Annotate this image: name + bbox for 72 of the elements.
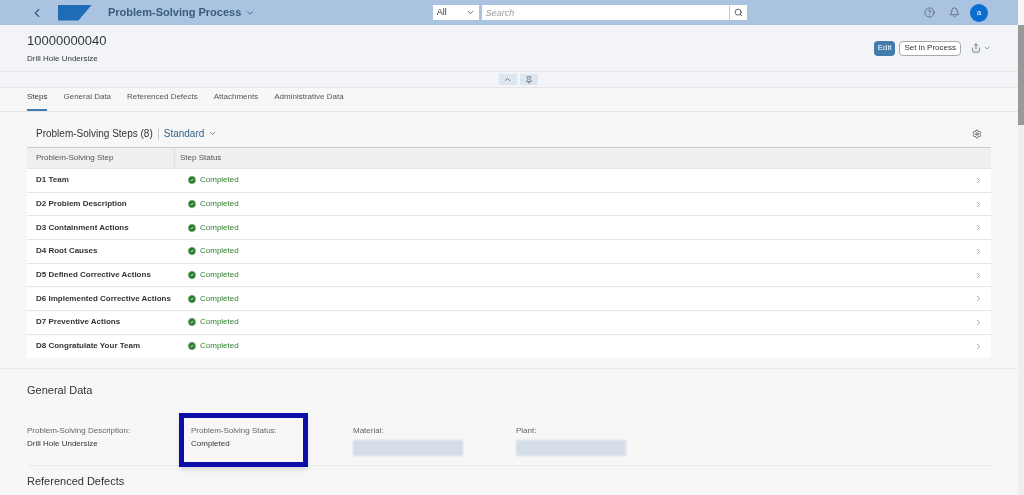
column-header: Step Status	[179, 152, 222, 164]
table-row[interactable]: D2 Problem Description Completed	[27, 191, 991, 216]
section-title: Referenced Defects	[27, 474, 125, 487]
app-title-menu[interactable]: Problem-Solving Process	[108, 4, 256, 21]
share-icon	[971, 43, 981, 53]
step-name: D7 Preventive Actions	[35, 316, 122, 329]
table-row[interactable]: D8 Congratulate Your Team Completed	[27, 333, 991, 358]
search-scope-select[interactable]: All	[432, 5, 479, 20]
table-title: Problem-Solving Steps (8)	[36, 127, 153, 141]
table-row[interactable]: D6 Implemented Corrective Actions Completed	[27, 286, 991, 311]
table-row[interactable]: D1 Team Completed	[27, 168, 991, 192]
field-label: Problem-Solving Description:	[27, 424, 131, 437]
status-text: Completed	[200, 245, 239, 258]
caret-icon	[465, 8, 475, 17]
tab[interactable]: Administrative Data	[274, 91, 344, 111]
collapse-icon	[503, 75, 512, 84]
status-text: Completed	[200, 221, 239, 234]
table-row[interactable]: D7 Preventive Actions Completed	[27, 310, 991, 334]
table-row[interactable]: D5 Defined Corrective Actions Completed	[27, 262, 991, 287]
field-value: Drill Hole Undersize	[27, 437, 99, 450]
help-icon[interactable]	[924, 7, 935, 18]
collapse-header-button[interactable]	[498, 74, 517, 85]
search-icon	[733, 8, 743, 17]
step-name: D8 Congratulate Your Team	[35, 340, 142, 353]
table-row[interactable]: D3 Containment Actions Completed	[27, 215, 991, 240]
step-name: D4 Root Causes	[35, 245, 99, 258]
tab[interactable]: Steps	[27, 91, 48, 111]
pin-header-button[interactable]	[519, 74, 538, 85]
tab[interactable]: General Data	[63, 91, 112, 111]
field-value: Completed	[191, 437, 231, 450]
step-name: D3 Containment Actions	[35, 221, 130, 234]
check-circle-icon	[187, 270, 197, 281]
settings-icon[interactable]	[972, 128, 982, 139]
notification-icon[interactable]	[949, 7, 960, 18]
variant-select[interactable]: Standard	[163, 126, 218, 141]
step-name: D5 Defined Corrective Actions	[35, 269, 152, 282]
action-button[interactable]: Edit	[873, 40, 896, 56]
check-circle-icon	[187, 246, 197, 257]
status-text: Completed	[200, 340, 239, 353]
step-name: D2 Problem Description	[35, 198, 128, 211]
step-name: D1 Team	[35, 174, 70, 187]
field-label: Problem-Solving Status:	[191, 424, 277, 437]
field-label: Material:	[353, 424, 385, 437]
check-circle-icon	[187, 199, 197, 210]
caret-icon	[208, 129, 218, 138]
table-row[interactable]: D4 Root Causes Completed	[27, 239, 991, 263]
field-label: Plant:	[516, 424, 538, 437]
scrollbar[interactable]	[1018, 25, 1024, 495]
status-text: Completed	[200, 198, 239, 211]
object-subtitle: Drill Hole Undersize	[27, 52, 99, 65]
check-circle-icon	[187, 317, 197, 328]
status-text: Completed	[200, 316, 239, 329]
user-avatar[interactable]: a	[970, 3, 988, 22]
check-circle-icon	[187, 175, 197, 186]
check-circle-icon	[187, 293, 197, 304]
column-header: Problem-Solving Step	[27, 148, 175, 168]
tab[interactable]: Referenced Defects	[127, 91, 198, 111]
check-circle-icon	[187, 341, 197, 352]
caret-icon	[983, 44, 991, 52]
share-button[interactable]	[971, 43, 991, 53]
status-text: Completed	[200, 269, 239, 282]
action-button[interactable]: Set in Process	[899, 40, 961, 56]
section-title: General Data	[27, 383, 93, 396]
tab[interactable]: Attachments	[213, 91, 259, 111]
object-id: 10000000040	[27, 32, 107, 51]
check-circle-icon	[187, 222, 197, 233]
logo-icon	[58, 4, 92, 21]
status-text: Completed	[200, 174, 239, 187]
step-name: D6 Implemented Corrective Actions	[35, 292, 172, 305]
search-field[interactable]: Search	[481, 5, 729, 20]
status-text: Completed	[200, 292, 239, 305]
pin-icon	[524, 75, 533, 84]
